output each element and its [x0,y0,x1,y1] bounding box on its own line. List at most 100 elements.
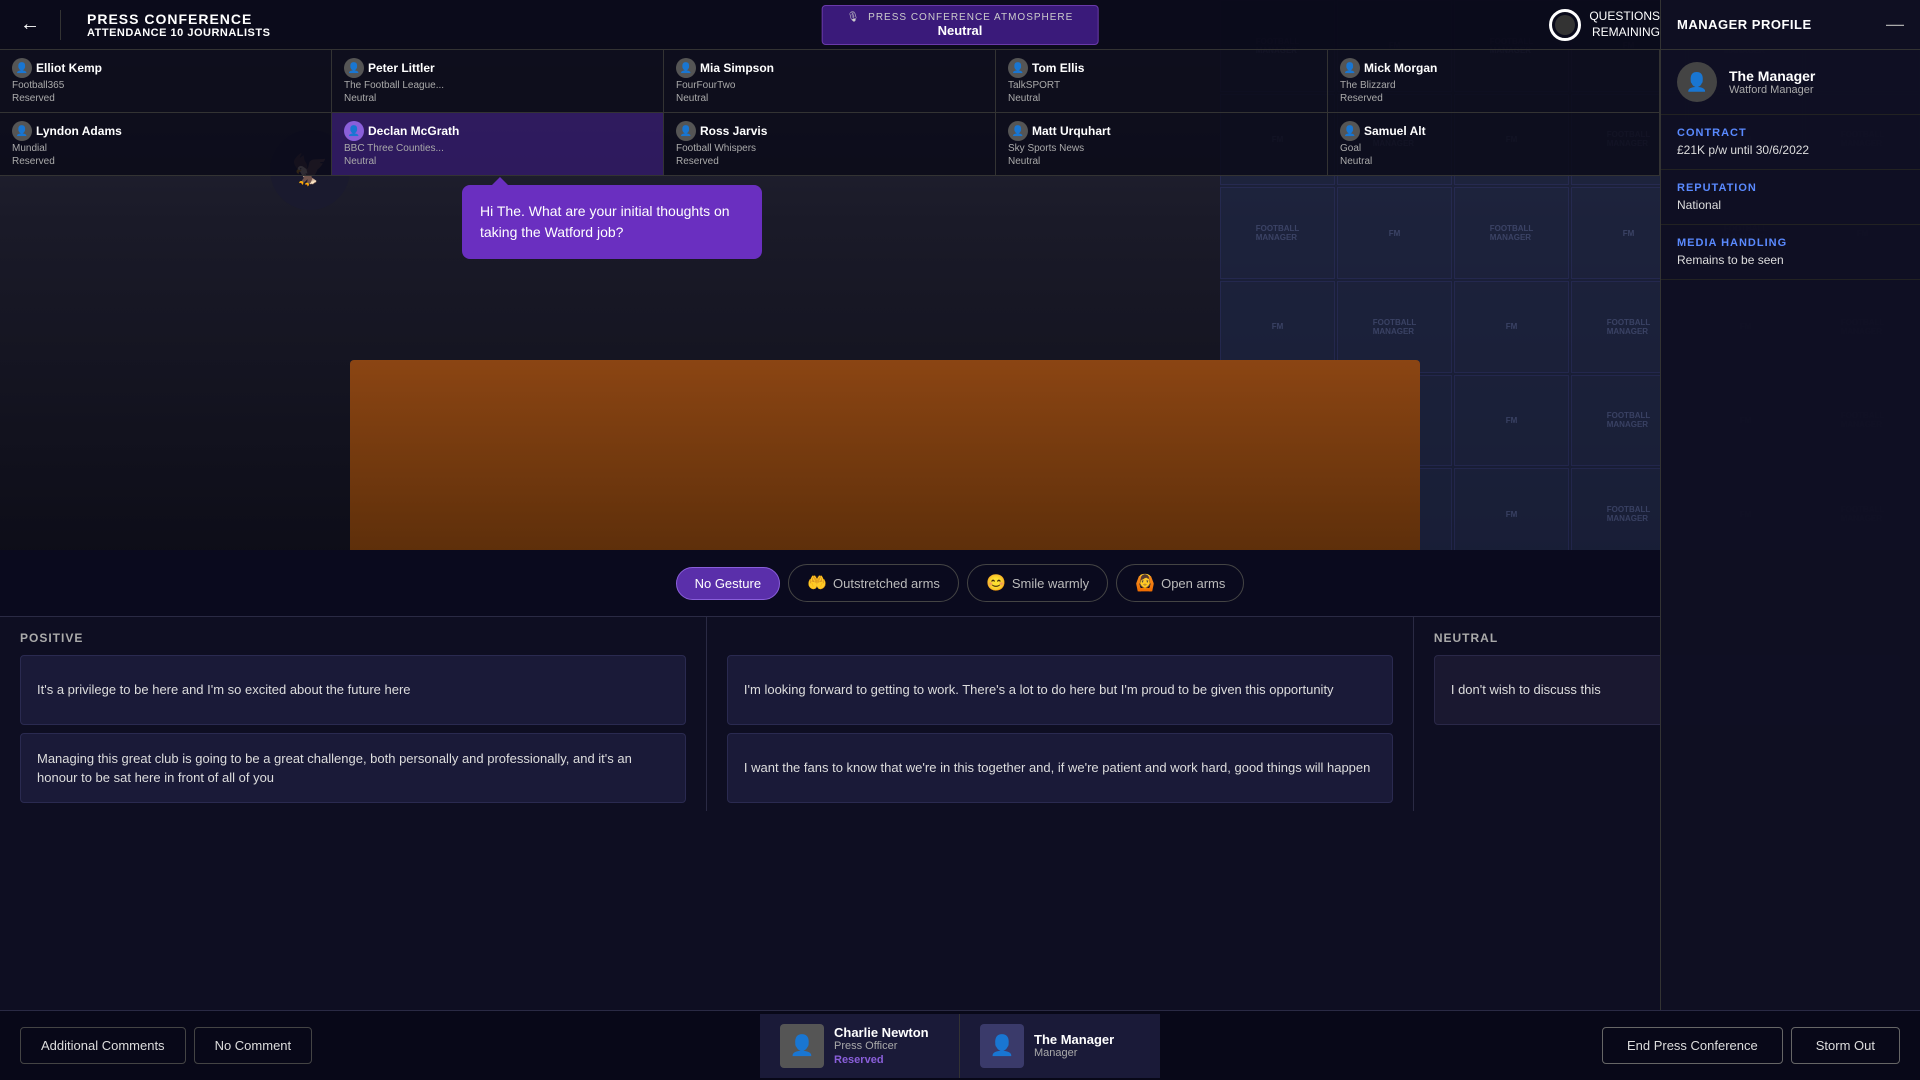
journalist-card[interactable]: 👤 Peter Littler The Football League... N… [332,50,664,112]
press-officer-avatar: 👤 [780,1024,824,1068]
bottom-panel: No Gesture 🤲 Outstretched arms 😊 Smile w… [0,550,1920,1080]
no-gesture-label: No Gesture [695,576,761,591]
logo-cell: FOOTBALLMANAGER [1220,187,1335,279]
reputation-section: REPUTATION National [1661,170,1920,225]
media-value: Remains to be seen [1677,253,1904,267]
questions-text: QUESTIONS REMAINING [1589,9,1660,40]
journalist-card[interactable]: 👤 Matt Urquhart Sky Sports News Neutral [996,113,1328,175]
journalist-status: Reserved [1340,93,1647,104]
journalists-row-1: 👤 Elliot Kemp Football365 Reserved 👤 Pet… [0,50,1660,113]
end-conference-button[interactable]: End Press Conference [1602,1027,1783,1064]
page-title: PRESS CONFERENCE [87,11,270,27]
no-comment-button[interactable]: No Comment [194,1027,313,1064]
media-section: MEDIA HANDLING Remains to be seen [1661,225,1920,280]
manager-card-name: The Manager [1034,1032,1114,1047]
attendance-info: ATTENDANCE 10 JOURNALISTS [87,27,270,39]
open-arms-label: Open arms [1161,576,1225,591]
outstretched-arms-icon: 🤲 [807,573,827,593]
press-officer-status: Reserved [834,1054,929,1066]
journalist-status: Neutral [1008,156,1315,167]
journalist-card[interactable]: 👤 Ross Jarvis Football Whispers Reserved [664,113,996,175]
manager-card-info: The Manager Manager [1034,1032,1114,1059]
journalist-card[interactable]: 👤 Mick Morgan The Blizzard Reserved [1328,50,1660,112]
header-bar: ← PRESS CONFERENCE ATTENDANCE 10 JOURNAL… [0,0,1920,50]
journalist-status: Neutral [344,156,651,167]
journalist-outlet: Football Whispers [676,143,983,154]
smile-warmly-label: Smile warmly [1012,576,1089,591]
journalist-name: Declan McGrath [368,124,459,138]
atmosphere-value: Neutral [847,23,1074,38]
journalist-avatar: 👤 [12,58,32,78]
response-option[interactable]: I'm looking forward to getting to work. … [727,655,1393,725]
profile-header: MANAGER PROFILE — [1661,0,1920,50]
journalist-outlet: FourFourTwo [676,80,983,91]
logo-cell: FOOTBALLMANAGER [1454,187,1569,279]
smile-warmly-button[interactable]: 😊 Smile warmly [967,564,1108,602]
press-officer-card: 👤 Charlie Newton Press Officer Reserved [760,1014,960,1078]
manager-name: The Manager [1729,68,1815,84]
journalist-status: Neutral [1008,93,1315,104]
header-title-group: PRESS CONFERENCE ATTENDANCE 10 JOURNALIS… [77,11,280,39]
journalist-outlet: The Football League... [344,80,651,91]
contract-label: CONTRACT [1677,127,1904,139]
manager-avatar: 👤 [1677,62,1717,102]
response-option[interactable]: Managing this great club is going to be … [20,733,686,803]
journalist-name: Tom Ellis [1032,61,1084,75]
open-arms-button[interactable]: 🙆 Open arms [1116,564,1244,602]
response-option[interactable]: It's a privilege to be here and I'm so e… [20,655,686,725]
profile-close-icon[interactable]: — [1886,14,1904,35]
journalist-outlet: Mundial [12,143,319,154]
reputation-value: National [1677,198,1904,212]
journalist-outlet: Football365 [12,80,319,91]
journalist-card[interactable]: 👤 Elliot Kemp Football365 Reserved [0,50,332,112]
additional-comments-button[interactable]: Additional Comments [20,1027,186,1064]
journalist-card[interactable]: 👤 Lyndon Adams Mundial Reserved [0,113,332,175]
reputation-label: REPUTATION [1677,182,1904,194]
journalist-name: Ross Jarvis [700,124,767,138]
no-gesture-button[interactable]: No Gesture [676,567,780,600]
journalist-status: Reserved [12,93,319,104]
smile-warmly-icon: 😊 [986,573,1006,593]
outstretched-arms-button[interactable]: 🤲 Outstretched arms [788,564,959,602]
journalist-card[interactable]: 👤 Mia Simpson FourFourTwo Neutral [664,50,996,112]
atmosphere-badge[interactable]: 🎙 PRESS CONFERENCE ATMOSPHERE Neutral [822,5,1099,45]
journalist-card[interactable]: 👤 Tom Ellis TalkSPORT Neutral [996,50,1328,112]
journalist-avatar: 👤 [1340,58,1360,78]
back-arrow-icon: ← [20,13,40,36]
logo-cell: FM [1454,281,1569,373]
contract-value: £21K p/w until 30/6/2022 [1677,143,1904,157]
journalist-card-active[interactable]: 👤 Declan McGrath BBC Three Counties... N… [332,113,664,175]
journalist-name: Elliot Kemp [36,61,102,75]
question-text: Hi The. What are your initial thoughts o… [480,203,730,240]
storm-out-button[interactable]: Storm Out [1791,1027,1900,1064]
journalist-avatar: 👤 [1008,121,1028,141]
back-button[interactable]: ← [0,13,60,36]
journalist-outlet: TalkSPORT [1008,80,1315,91]
manager-card-role: Manager [1034,1047,1114,1059]
atmosphere-icon: 🎙 [847,12,861,23]
journalist-status: Neutral [1340,156,1647,167]
profile-title: MANAGER PROFILE [1677,17,1812,32]
media-label: MEDIA HANDLING [1677,237,1904,249]
contract-section: CONTRACT £21K p/w until 30/6/2022 [1661,115,1920,170]
press-officer-info: Charlie Newton Press Officer Reserved [834,1025,929,1066]
manager-role: Watford Manager [1729,84,1815,96]
questions-remaining: QUESTIONS REMAINING [1549,9,1660,41]
profile-manager-section: 👤 The Manager Watford Manager [1661,50,1920,115]
press-officer-name: Charlie Newton [834,1025,929,1040]
manager-card: 👤 The Manager Manager [960,1014,1160,1078]
journalist-outlet: The Blizzard [1340,80,1647,91]
atmosphere-label: 🎙 PRESS CONFERENCE ATMOSPHERE [847,12,1074,23]
logo-cell: FOOTBALLMANAGER [1337,281,1452,373]
journalist-name: Lyndon Adams [36,124,122,138]
logo-cell: FM [1220,281,1335,373]
positive-header: POSITIVE [20,617,686,655]
questions-circle [1549,9,1581,41]
question-bubble: Hi The. What are your initial thoughts o… [462,185,762,259]
positive-column: POSITIVE It's a privilege to be here and… [0,617,706,811]
action-bar: Additional Comments No Comment 👤 Charlie… [0,1010,1920,1080]
journalist-avatar: 👤 [1340,121,1360,141]
journalist-card[interactable]: 👤 Samuel Alt Goal Neutral [1328,113,1660,175]
response-option[interactable]: I want the fans to know that we're in th… [727,733,1393,803]
journalist-name: Samuel Alt [1364,124,1426,138]
